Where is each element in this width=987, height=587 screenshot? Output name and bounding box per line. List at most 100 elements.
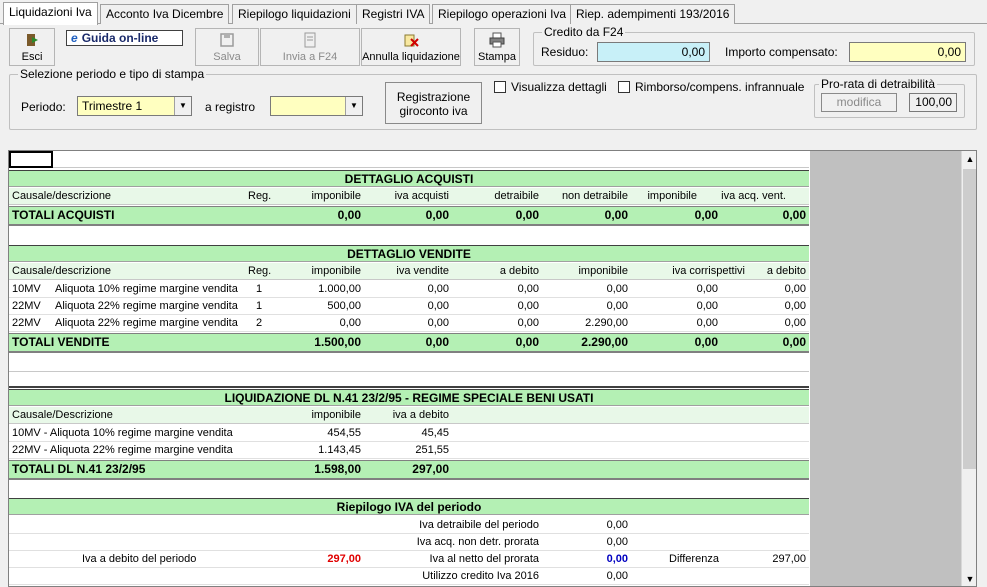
importo-compensato-field[interactable]: 0,00: [849, 42, 966, 62]
cell-descrizione: 10MV - Aliquota 10% regime margine vendi…: [12, 427, 233, 439]
cell-codice: 10MV: [12, 283, 41, 295]
vertical-scrollbar[interactable]: ▲ ▼: [961, 151, 976, 586]
riepilogo-row: Iva a debito del periodo 297,00 Iva al n…: [9, 551, 809, 568]
registrazione-giroconto-button[interactable]: Registrazione giroconto iva: [385, 82, 482, 124]
cell-descrizione: Aliquota 22% regime margine vendita: [55, 317, 238, 329]
iva-debito-label: Iva a debito del periodo: [82, 553, 197, 565]
totali-dl41-row: TOTALI DL N.41 23/2/95 1.598,00 297,00: [9, 460, 809, 480]
cell-iva-corrispettivi: 0,00: [696, 283, 718, 295]
modifica-button[interactable]: modifica: [821, 93, 897, 112]
cell-iva-vendite: 0,00: [427, 300, 449, 312]
header-detraibile: detraibile: [494, 190, 539, 202]
table-row[interactable]: 10MV Aliquota 10% regime margine vendita…: [9, 281, 809, 298]
header-causale: Causale/descrizione: [12, 190, 112, 202]
header-iva-corrispettivi: iva corrispettivi: [672, 265, 745, 277]
grid-top-row: [9, 151, 809, 168]
tab-bar: Liquidazioni Iva Acconto Iva Dicembre Ri…: [0, 0, 987, 25]
annulla-liquidazione-button[interactable]: Annulla liquidazione: [361, 28, 461, 66]
vendite-column-headers: Causale/descrizione Reg. imponibile iva …: [9, 263, 809, 280]
riepilogo-row: Utilizzo credito Iva 2016 0,00: [9, 568, 809, 585]
tot-acq-vent: 0,00: [782, 208, 806, 222]
header-reg: Reg.: [248, 265, 272, 277]
acquisti-section-header: DETTAGLIO ACQUISTI: [9, 170, 809, 187]
tot-acq-detraibile: 0,00: [515, 208, 539, 222]
credito-title: Credito da F24: [542, 25, 626, 39]
f24-icon: [304, 32, 316, 48]
visualizza-dettagli-checkbox[interactable]: Visualizza dettagli: [494, 80, 607, 94]
cell-imponibile: 0,00: [339, 317, 361, 329]
stampa-button[interactable]: Stampa: [474, 28, 520, 66]
tab-riepilogo-liquidazioni[interactable]: Riepilogo liquidazioni: [232, 4, 357, 24]
guida-label: Guida on-line: [81, 31, 159, 45]
salva-button[interactable]: Salva: [195, 28, 259, 66]
tab-riepilogo-operazioni-iva[interactable]: Riepilogo operazioni Iva: [432, 4, 573, 24]
tab-liquidazioni-iva[interactable]: Liquidazioni Iva: [3, 2, 98, 25]
scroll-down-icon[interactable]: ▼: [962, 571, 976, 586]
riepilogo-row: Iva detraibile del periodo 0,00: [9, 517, 809, 534]
tot-acq-imponibile: 0,00: [337, 208, 361, 222]
utilizzo-credito-value: 0,00: [606, 570, 628, 582]
table-row[interactable]: 22MV Aliquota 22% regime margine vendita…: [9, 298, 809, 315]
table-row[interactable]: 22MV Aliquota 22% regime margine vendita…: [9, 315, 809, 332]
iva-netto-value: 0,00: [606, 553, 628, 565]
rimborso-checkbox[interactable]: Rimborso/compens. infrannuale: [618, 80, 804, 94]
printer-icon: [489, 32, 505, 48]
differenza-label: Differenza: [669, 553, 719, 565]
iva-non-detr-label: Iva acq. non detr. prorata: [416, 536, 539, 548]
cell-descrizione: Aliquota 22% regime margine vendita: [55, 300, 238, 312]
tab-riep-adempimenti[interactable]: Riep. adempimenti 193/2016: [570, 4, 736, 24]
esci-button[interactable]: Esci: [9, 28, 55, 66]
registro-select[interactable]: ▼: [270, 96, 363, 116]
cell-a-debito: 0,00: [517, 283, 539, 295]
cell-codice: 22MV: [12, 317, 41, 329]
tot-dl41-iva: 297,00: [412, 462, 449, 476]
cell-imponibile-2: 0,00: [606, 283, 628, 295]
periodo-value: Trimestre 1: [82, 99, 143, 113]
header-causale: Causale/descrizione: [12, 265, 112, 277]
header-imponibile: imponibile: [311, 409, 361, 421]
tot-acq-imponibile-2: 0,00: [694, 208, 718, 222]
chevron-down-icon[interactable]: ▼: [174, 97, 191, 115]
dl41-column-headers: Causale/Descrizione imponibile iva a deb…: [9, 407, 809, 424]
table-row[interactable]: 10MV - Aliquota 10% regime margine vendi…: [9, 425, 809, 442]
periodo-select[interactable]: Trimestre 1 ▼: [77, 96, 192, 116]
table-row[interactable]: 22MV - Aliquota 22% regime margine vendi…: [9, 442, 809, 459]
tot-acq-iva: 0,00: [425, 208, 449, 222]
riepilogo-section-header: Riepilogo IVA del periodo: [9, 498, 809, 515]
registro-label: a registro: [205, 100, 256, 114]
cell-a-debito: 0,00: [517, 300, 539, 312]
registrazione-label: Registrazione: [396, 90, 471, 104]
tab-acconto-iva-dicembre[interactable]: Acconto Iva Dicembre: [100, 4, 230, 24]
header-causale: Causale/Descrizione: [12, 409, 113, 421]
totali-acquisti-label: TOTALI ACQUISTI: [12, 208, 115, 222]
differenza-value: 297,00: [772, 553, 806, 565]
header-imponibile: imponibile: [311, 190, 361, 202]
iva-detraibile-label: Iva detraibile del periodo: [419, 519, 539, 531]
invia-f24-button[interactable]: Invia a F24: [260, 28, 360, 66]
salva-label: Salva: [213, 51, 241, 63]
cell-imponibile-2: 0,00: [606, 300, 628, 312]
scroll-thumb[interactable]: [963, 169, 976, 469]
header-iva-a-debito: iva a debito: [392, 409, 449, 421]
cell-codice: 22MV: [12, 300, 41, 312]
cell-descrizione: 22MV - Aliquota 22% regime margine vendi…: [12, 444, 233, 456]
tab-registri-iva[interactable]: Registri IVA: [356, 4, 431, 24]
prorata-title: Pro-rata di detraibilità: [819, 77, 938, 91]
cell-iva-vendite: 0,00: [427, 283, 449, 295]
annulla-label: Annulla liquidazione: [362, 51, 460, 63]
chevron-down-icon[interactable]: ▼: [345, 97, 362, 115]
ie-icon: e: [71, 31, 78, 45]
header-non-detraibile: non detraibile: [561, 190, 628, 202]
cell-a-debito: 0,00: [517, 317, 539, 329]
guida-online-button[interactable]: e Guida on-line: [66, 30, 183, 46]
cell-iva-a-debito: 45,45: [421, 427, 449, 439]
residuo-field[interactable]: 0,00: [597, 42, 710, 62]
spacer-row: [9, 371, 809, 388]
grid-cell-cursor[interactable]: [9, 151, 53, 168]
tot-ven-imponibile-2: 2.290,00: [581, 335, 628, 349]
cell-reg: 1: [256, 283, 263, 295]
scroll-up-icon[interactable]: ▲: [962, 151, 976, 168]
header-iva-acquisti: iva acquisti: [394, 190, 449, 202]
cell-reg: 1: [256, 300, 263, 312]
iva-detraibile-value: 0,00: [606, 519, 628, 531]
